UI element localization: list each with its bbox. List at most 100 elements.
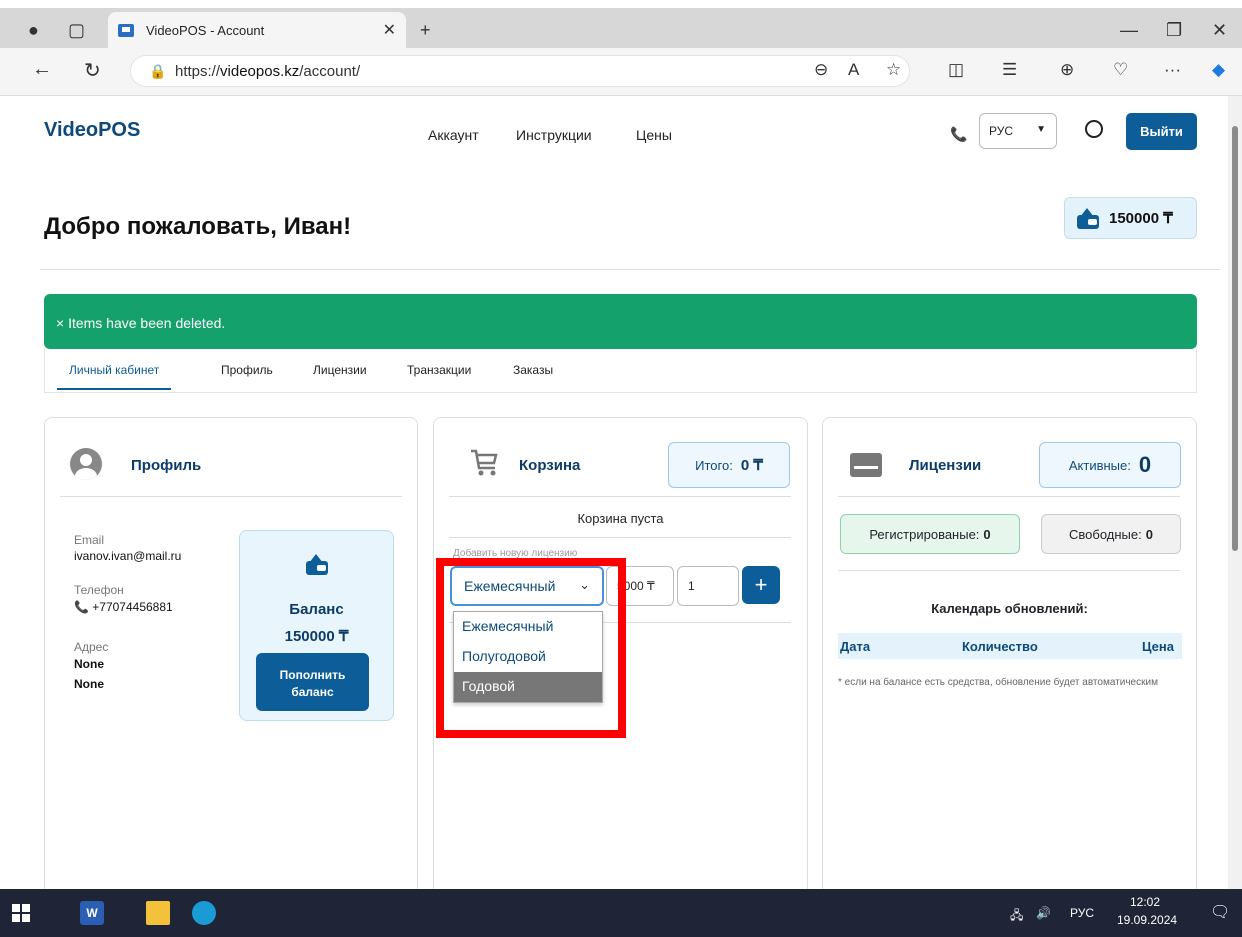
favorite-star-icon[interactable]: ☆ — [886, 60, 901, 80]
col-price: Цена — [1142, 639, 1174, 654]
tray-time[interactable]: 12:02 — [1130, 895, 1160, 909]
cart-total-value: 0 ₸ — [740, 457, 763, 474]
tray-language[interactable]: РУС — [1070, 906, 1094, 920]
tray-date[interactable]: 19.09.2024 — [1117, 913, 1177, 927]
top-strip — [0, 0, 1242, 8]
more-icon[interactable]: ··· — [1164, 60, 1181, 80]
calendar-table-header: Дата Количество Цена — [838, 633, 1182, 659]
scrollbar-thumb[interactable] — [1232, 126, 1238, 551]
tab-transactions[interactable]: Транзакции — [407, 363, 471, 377]
logout-button[interactable]: Выйти — [1126, 113, 1197, 150]
language-value: РУС — [989, 124, 1014, 138]
tab-profile[interactable]: Профиль — [221, 363, 273, 377]
nav-instructions[interactable]: Инструкции — [516, 127, 592, 143]
header-divider — [40, 269, 1220, 270]
network-icon[interactable]: 🖧 — [1010, 906, 1023, 927]
read-aloud-icon[interactable]: A — [848, 60, 859, 80]
registered-count: 0 — [983, 526, 991, 542]
url-prefix: https:// — [175, 62, 221, 80]
address-line-2: None — [74, 677, 104, 691]
file-explorer-icon[interactable] — [146, 901, 170, 925]
windows-taskbar: W 🖧 🔊 РУС 12:02 19.09.2024 🗨 — [0, 889, 1242, 937]
split-screen-icon[interactable]: ◫ — [948, 60, 964, 80]
highlight-annotation-box — [436, 558, 626, 738]
nav-prices[interactable]: Цены — [636, 127, 672, 143]
email-value: ivanov.ivan@mail.ru — [74, 549, 182, 563]
nav-account[interactable]: Аккаунт — [428, 127, 479, 143]
topup-line-2: баланс — [291, 684, 334, 699]
word-icon[interactable]: W — [80, 901, 104, 925]
balance-badge-value: 150000 ₸ — [1109, 210, 1173, 227]
browser-tab-bar: ● ▢ VideoPOS - Account ✕ + — ❐ ✕ — [0, 8, 1242, 48]
licenses-card: Лицензии Активные: 0 Регистрированые: 0 … — [822, 417, 1197, 889]
topup-button[interactable]: Пополнить баланс — [256, 653, 369, 711]
registered-label: Регистрированые: — [869, 526, 980, 542]
notifications-icon[interactable]: 🗨 — [1210, 902, 1230, 922]
tab-actions-icon[interactable]: ▢ — [68, 20, 85, 41]
active-count: 0 — [1138, 452, 1152, 477]
free-count: 0 — [1145, 526, 1153, 542]
cart-icon — [471, 449, 498, 476]
page-viewport: VideoPOS Аккаунт Инструкции Цены 📞 РУС ▼… — [40, 96, 1228, 889]
close-window-icon[interactable]: ✕ — [1212, 20, 1227, 41]
chevron-down-icon: ▼ — [1036, 124, 1046, 135]
wallet-icon — [1077, 207, 1099, 229]
address-label: Адрес — [74, 640, 109, 654]
licenses-divider — [838, 496, 1180, 497]
licenses-divider-2 — [838, 570, 1180, 571]
cart-empty-text: Корзина пуста — [577, 511, 664, 526]
cart-total-label: Итого: — [695, 457, 733, 473]
restore-icon[interactable]: ❐ — [1166, 20, 1182, 41]
tab-dashboard[interactable]: Личный кабинет — [56, 363, 172, 390]
profile-card: Профиль Email ivanov.ivan@mail.ru Телефо… — [44, 417, 418, 889]
email-label: Email — [74, 533, 105, 547]
refresh-icon[interactable]: ↻ — [84, 58, 101, 83]
language-select[interactable]: РУС ▼ — [979, 113, 1057, 149]
minimize-icon[interactable]: — — [1120, 20, 1138, 41]
tab-title: VideoPOS - Account — [146, 22, 265, 38]
topup-line-1: Пополнить — [279, 668, 346, 682]
user-icon[interactable] — [1085, 120, 1103, 138]
free-label: Свободные: — [1069, 526, 1142, 542]
col-quantity: Количество — [962, 639, 1038, 654]
phone-label: Телефон — [74, 583, 124, 597]
add-license-button[interactable]: + — [742, 566, 780, 604]
copilot-icon[interactable]: ◆ — [1212, 60, 1225, 80]
page-scrollbar[interactable] — [1228, 96, 1242, 889]
brand-logo[interactable]: VideoPOS — [44, 119, 140, 142]
licenses-card-title: Лицензии — [909, 457, 982, 474]
success-alert: × Items have been deleted. — [44, 294, 1197, 349]
collections-icon[interactable]: ⊕ — [1060, 60, 1074, 80]
volume-icon[interactable]: 🔊 — [1036, 906, 1051, 920]
free-licenses-pill: Свободные: 0 — [1041, 514, 1181, 554]
phone-value: 📞 +77074456881 — [74, 600, 173, 614]
auto-renew-note: * если на балансе есть средства, обновле… — [838, 677, 1158, 688]
cart-card-title: Корзина — [519, 457, 581, 474]
browser-tab[interactable]: VideoPOS - Account ✕ — [108, 12, 406, 48]
zoom-icon[interactable]: ⊖ — [814, 60, 828, 80]
quantity-field[interactable]: 1 — [677, 566, 739, 606]
profile-icon[interactable]: ● — [28, 20, 39, 41]
address-line-1: None — [74, 657, 104, 671]
page-title: Добро пожаловать, Иван! — [44, 213, 352, 240]
new-tab-icon[interactable]: + — [420, 20, 431, 41]
url-field[interactable]: 🔒 https://videopos.kz/account/ — [130, 55, 910, 87]
phone-icon[interactable]: 📞 — [950, 126, 967, 143]
balance-badge: 150000 ₸ — [1064, 197, 1197, 239]
tab-licenses[interactable]: Лицензии — [313, 363, 367, 377]
alert-text: × Items have been deleted. — [56, 315, 226, 331]
browser-essentials-icon[interactable]: ♡ — [1113, 60, 1128, 80]
wallet-icon — [306, 553, 328, 575]
license-card-icon — [850, 453, 882, 477]
back-icon[interactable]: ← — [32, 58, 52, 81]
favorites-icon[interactable]: ☰ — [1002, 60, 1017, 80]
edge-icon[interactable] — [192, 901, 216, 925]
active-licenses-box: Активные: 0 — [1039, 442, 1181, 488]
lock-icon: 🔒 — [149, 63, 167, 79]
tab-orders[interactable]: Заказы — [513, 363, 553, 377]
col-date: Дата — [840, 639, 871, 654]
close-tab-icon[interactable]: ✕ — [383, 20, 396, 40]
profile-card-title: Профиль — [131, 457, 202, 474]
windows-start-icon[interactable] — [12, 904, 30, 922]
calendar-title: Календарь обновлений: — [931, 601, 1088, 616]
